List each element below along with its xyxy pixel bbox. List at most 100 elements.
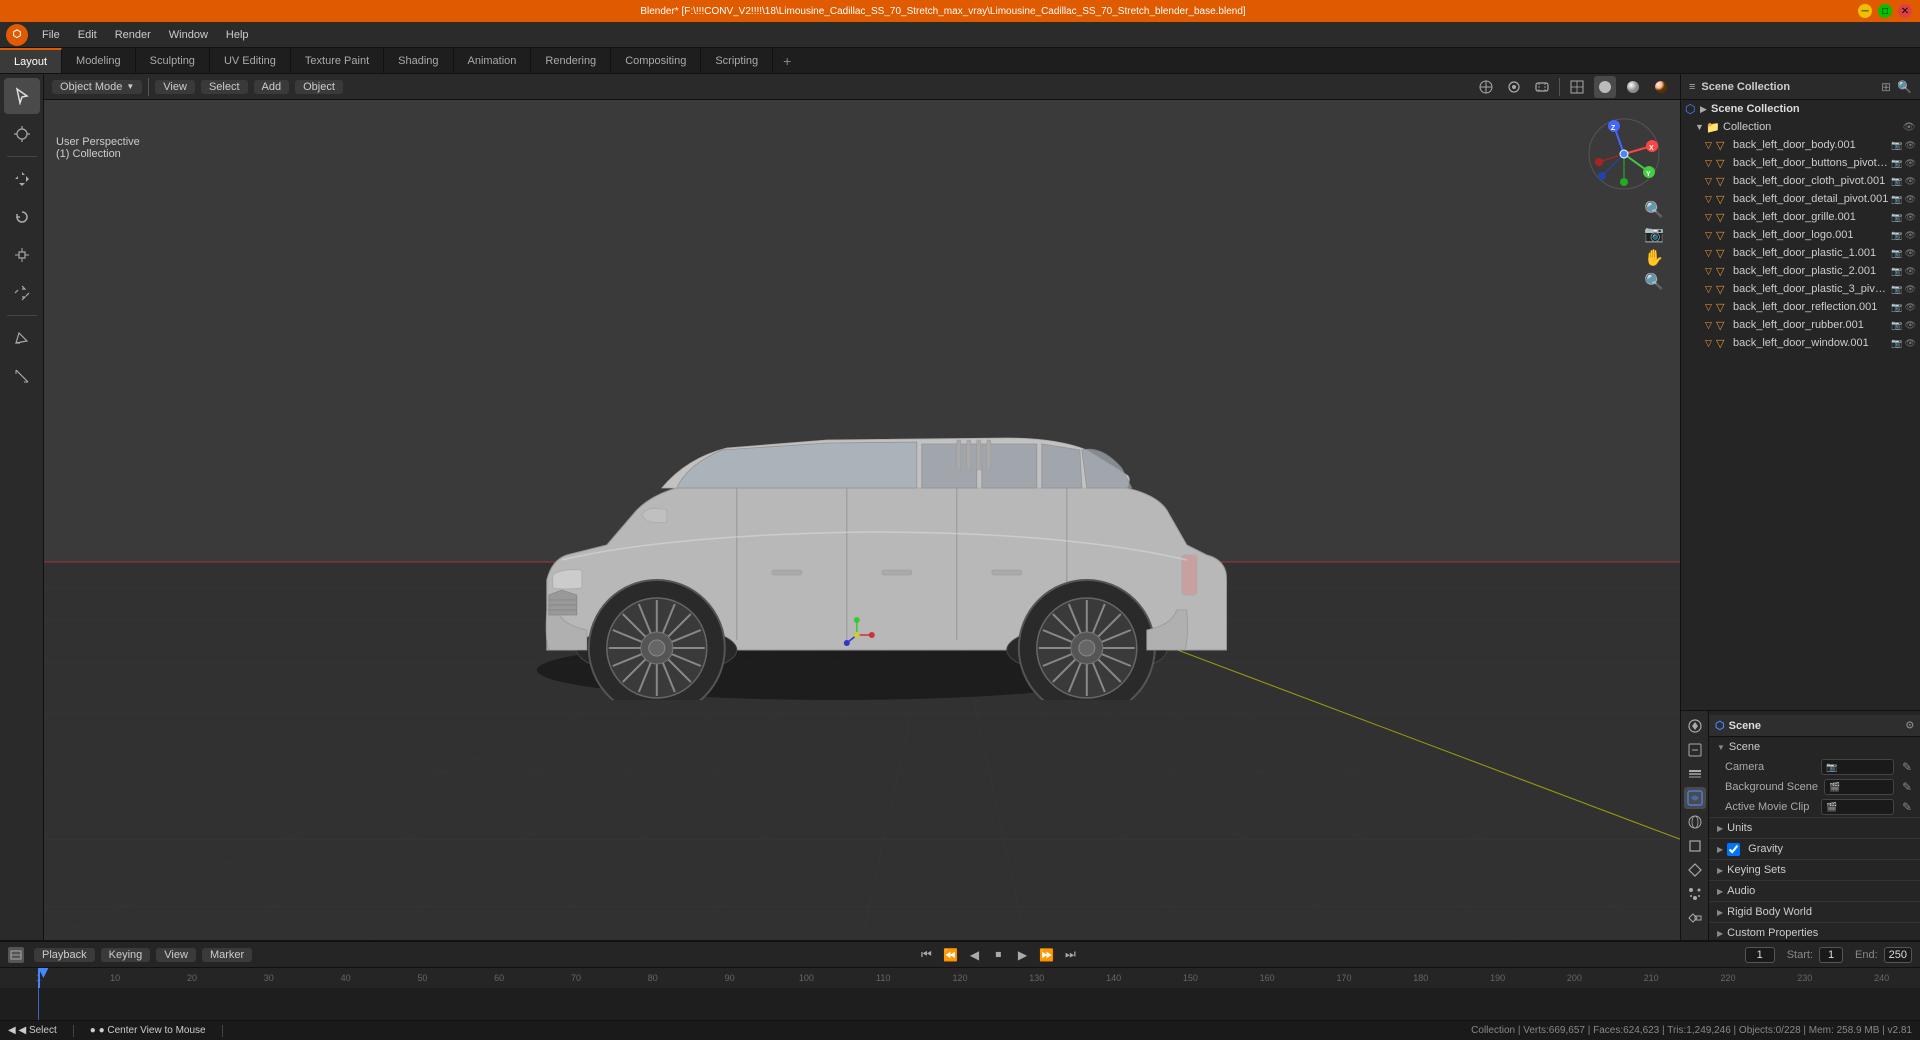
view-menu-button[interactable]: View <box>155 80 195 94</box>
keying-sets-header[interactable]: ▶ Keying Sets <box>1709 860 1920 880</box>
timeline-ruler-area[interactable]: 1 10 20 30 40 50 60 70 80 90 100 110 120… <box>0 968 1920 1020</box>
outliner-scene-collection[interactable]: ⬡ ▶ Scene Collection <box>1681 100 1920 118</box>
step-back-btn[interactable]: ⏪ <box>940 945 960 965</box>
search-icon-outliner[interactable]: 🔍 <box>1897 80 1912 94</box>
transform-tool-button[interactable] <box>4 275 40 311</box>
gravity-section-header[interactable]: ▶ Gravity <box>1709 839 1920 859</box>
tab-shading[interactable]: Shading <box>384 48 453 73</box>
maximize-button[interactable]: □ <box>1878 4 1892 18</box>
menu-help[interactable]: Help <box>218 27 257 43</box>
view-menu-btn-tl[interactable]: View <box>156 948 196 962</box>
props-expand-icon[interactable]: ⊙ <box>1906 720 1914 731</box>
tab-compositing[interactable]: Compositing <box>611 48 701 73</box>
pan-icon[interactable]: ✋ <box>1644 248 1664 268</box>
scale-tool-button[interactable] <box>4 237 40 273</box>
viewport-gizmo-toggle[interactable] <box>1475 76 1497 98</box>
audio-section-header[interactable]: ▶ Audio <box>1709 881 1920 901</box>
viewport-overlays-toggle[interactable] <box>1503 76 1525 98</box>
end-frame-display[interactable]: 250 <box>1884 947 1912 963</box>
outliner-item-1[interactable]: ▽ ▽ back_left_door_buttons_pivot.001 📷 👁 <box>1681 154 1920 172</box>
outliner-item-0[interactable]: ▽ ▽ back_left_door_body.001 📷 👁 <box>1681 136 1920 154</box>
menu-window[interactable]: Window <box>161 27 216 43</box>
navigation-gizmo[interactable]: Z X Y <box>1584 114 1664 194</box>
tab-sculpting[interactable]: Sculpting <box>136 48 210 73</box>
keying-menu-btn[interactable]: Keying <box>101 948 151 962</box>
units-section-header[interactable]: ▶ Units <box>1709 818 1920 838</box>
movie-clip-edit-btn[interactable]: ✎ <box>1902 800 1912 814</box>
cursor-tool-button[interactable] <box>4 116 40 152</box>
measure-tool-button[interactable] <box>4 358 40 394</box>
start-frame-display[interactable]: 1 <box>1819 947 1843 963</box>
zoom-icon[interactable]: 🔍 <box>1644 272 1664 292</box>
menu-render[interactable]: Render <box>107 27 159 43</box>
rendered-shading-btn[interactable] <box>1650 76 1672 98</box>
add-workspace-button[interactable]: + <box>773 48 801 73</box>
annotate-tool-button[interactable] <box>4 320 40 356</box>
scene-props-btn[interactable] <box>1684 787 1706 809</box>
bg-scene-edit-btn[interactable]: ✎ <box>1902 780 1912 794</box>
filter-icon[interactable]: ⊞ <box>1881 80 1891 94</box>
movie-clip-field[interactable]: 🎬 <box>1821 799 1894 815</box>
outliner-item-11[interactable]: ▽ ▽ back_left_door_window.001 📷 👁 <box>1681 334 1920 352</box>
rotate-tool-button[interactable] <box>4 199 40 235</box>
jump-end-btn[interactable]: ⏭ <box>1060 945 1080 965</box>
outliner-item-2[interactable]: ▽ ▽ back_left_door_cloth_pivot.001 📷 👁 <box>1681 172 1920 190</box>
view-layer-props-btn[interactable] <box>1684 763 1706 785</box>
object-props-btn[interactable] <box>1684 835 1706 857</box>
camera-view-icon[interactable]: 📷 <box>1644 224 1664 244</box>
world-props-btn[interactable] <box>1684 811 1706 833</box>
viewport-canvas[interactable]: Z X Y <box>44 100 1680 940</box>
solid-shading-btn[interactable] <box>1594 76 1616 98</box>
current-frame-display[interactable]: 1 <box>1745 947 1775 963</box>
custom-props-header[interactable]: ▶ Custom Properties <box>1709 923 1920 940</box>
tab-uv-editing[interactable]: UV Editing <box>210 48 291 73</box>
view-lock-icon[interactable]: 🔍 <box>1644 200 1664 220</box>
particles-props-btn[interactable] <box>1684 883 1706 905</box>
camera-value-field[interactable]: 📷 <box>1821 759 1894 775</box>
select-menu-button[interactable]: Select <box>201 80 248 94</box>
outliner-item-4[interactable]: ▽ ▽ back_left_door_grille.001 📷 👁 <box>1681 208 1920 226</box>
tab-scripting[interactable]: Scripting <box>701 48 773 73</box>
wireframe-shading-btn[interactable] <box>1566 76 1588 98</box>
marker-menu-btn[interactable]: Marker <box>202 948 252 962</box>
x-ray-toggle[interactable] <box>1531 76 1553 98</box>
outliner-collection[interactable]: ▼ 📁 Collection 👁 <box>1681 118 1920 136</box>
jump-start-btn[interactable]: ⏮ <box>916 945 936 965</box>
physics-props-btn[interactable] <box>1684 907 1706 929</box>
tab-rendering[interactable]: Rendering <box>531 48 611 73</box>
blender-logo-menu[interactable]: ⬡ <box>6 24 28 46</box>
stop-btn[interactable]: ⏹ <box>988 945 1008 965</box>
minimize-button[interactable]: ─ <box>1858 4 1872 18</box>
restrict-view-icon[interactable]: 👁 <box>1902 122 1916 133</box>
modifier-props-btn[interactable] <box>1684 859 1706 881</box>
camera-edit-btn[interactable]: ✎ <box>1902 760 1912 774</box>
scene-subsection-header[interactable]: ▼ Scene <box>1709 737 1920 757</box>
play-reverse-btn[interactable]: ◀ <box>964 945 984 965</box>
timeline-track[interactable] <box>0 988 1920 1020</box>
menu-file[interactable]: File <box>34 27 68 43</box>
render-props-btn[interactable] <box>1684 715 1706 737</box>
outliner-item-3[interactable]: ▽ ▽ back_left_door_detail_pivot.001 📷 👁 <box>1681 190 1920 208</box>
rigid-body-header[interactable]: ▶ Rigid Body World <box>1709 902 1920 922</box>
outliner-item-8[interactable]: ▽ ▽ back_left_door_plastic_3_pivot.001 📷… <box>1681 280 1920 298</box>
tab-modeling[interactable]: Modeling <box>62 48 136 73</box>
move-tool-button[interactable] <box>4 161 40 197</box>
menu-edit[interactable]: Edit <box>70 27 105 43</box>
object-mode-dropdown[interactable]: Object Mode ▼ <box>52 80 142 94</box>
outliner-item-7[interactable]: ▽ ▽ back_left_door_plastic_2.001 📷 👁 <box>1681 262 1920 280</box>
tab-layout[interactable]: Layout <box>0 48 62 73</box>
close-button[interactable]: ✕ <box>1898 4 1912 18</box>
tab-texture-paint[interactable]: Texture Paint <box>291 48 384 73</box>
background-scene-field[interactable]: 🎬 <box>1824 779 1894 795</box>
object-menu-button[interactable]: Object <box>295 80 343 94</box>
outliner-item-10[interactable]: ▽ ▽ back_left_door_rubber.001 📷 👁 <box>1681 316 1920 334</box>
playback-menu-btn[interactable]: Playback <box>34 948 95 962</box>
tab-animation[interactable]: Animation <box>454 48 532 73</box>
select-tool-button[interactable] <box>4 78 40 114</box>
add-menu-button[interactable]: Add <box>254 80 290 94</box>
outliner-item-5[interactable]: ▽ ▽ back_left_door_logo.001 📷 👁 <box>1681 226 1920 244</box>
material-preview-btn[interactable] <box>1622 76 1644 98</box>
output-props-btn[interactable] <box>1684 739 1706 761</box>
step-forward-btn[interactable]: ⏩ <box>1036 945 1056 965</box>
outliner-item-9[interactable]: ▽ ▽ back_left_door_reflection.001 📷 👁 <box>1681 298 1920 316</box>
